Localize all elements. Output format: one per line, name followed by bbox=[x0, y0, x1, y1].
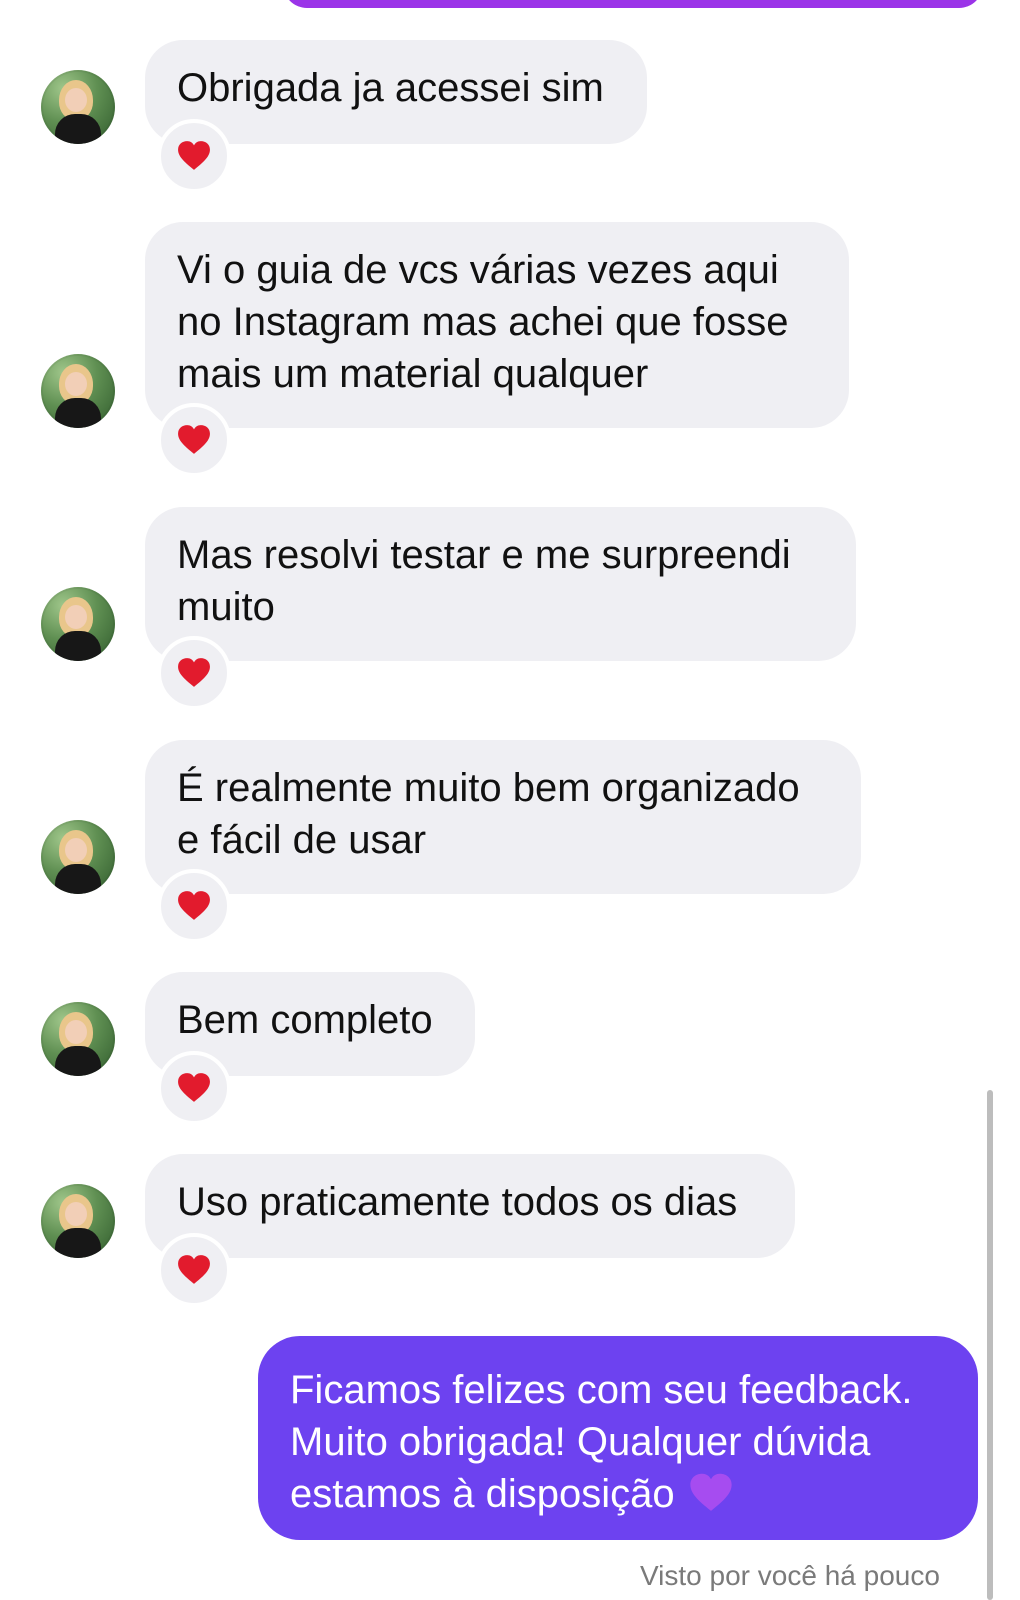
heart-icon bbox=[178, 1073, 210, 1102]
message-bubble[interactable]: É realmente muito bem organizado e fácil… bbox=[145, 740, 861, 894]
message-bubble[interactable]: Vi o guia de vcs várias vezes aqui no In… bbox=[145, 222, 849, 428]
message-text: Uso praticamente todos os dias bbox=[177, 1180, 738, 1224]
sender-avatar[interactable] bbox=[41, 1184, 115, 1258]
sender-avatar[interactable] bbox=[41, 587, 115, 661]
sender-avatar[interactable] bbox=[41, 70, 115, 144]
scrollbar[interactable] bbox=[987, 1090, 993, 1600]
heart-reaction[interactable] bbox=[157, 119, 231, 193]
sender-avatar[interactable] bbox=[41, 1002, 115, 1076]
sender-avatar[interactable] bbox=[41, 820, 115, 894]
heart-icon bbox=[178, 891, 210, 920]
purple-heart-icon bbox=[690, 1473, 732, 1511]
message-text: É realmente muito bem organizado e fácil… bbox=[177, 766, 800, 862]
heart-reaction[interactable] bbox=[157, 1051, 231, 1125]
previous-outgoing-bubble[interactable] bbox=[283, 0, 983, 8]
heart-icon bbox=[178, 1255, 210, 1284]
heart-reaction[interactable] bbox=[157, 636, 231, 710]
message-bubble[interactable]: Mas resolvi testar e me surpreendi muito bbox=[145, 507, 856, 661]
message-text: Obrigada ja acessei sim bbox=[177, 66, 604, 110]
heart-icon bbox=[178, 141, 210, 170]
heart-reaction[interactable] bbox=[157, 403, 231, 477]
message-text: Vi o guia de vcs várias vezes aqui no In… bbox=[177, 248, 789, 396]
message-bubble[interactable]: Uso praticamente todos os dias bbox=[145, 1154, 795, 1258]
message-text: Mas resolvi testar e me surpreendi muito bbox=[177, 533, 791, 629]
seen-status: Visto por você há pouco bbox=[640, 1560, 940, 1591]
message-bubble[interactable]: Obrigada ja acessei sim bbox=[145, 40, 647, 144]
outgoing-message-text: Ficamos felizes com seu feedback. Muito … bbox=[290, 1368, 913, 1516]
outgoing-message-bubble[interactable]: Ficamos felizes com seu feedback. Muito … bbox=[258, 1336, 978, 1540]
heart-icon bbox=[178, 425, 210, 454]
heart-icon bbox=[178, 658, 210, 687]
message-text: Bem completo bbox=[177, 998, 433, 1042]
heart-reaction[interactable] bbox=[157, 1233, 231, 1307]
heart-reaction[interactable] bbox=[157, 869, 231, 943]
sender-avatar[interactable] bbox=[41, 354, 115, 428]
